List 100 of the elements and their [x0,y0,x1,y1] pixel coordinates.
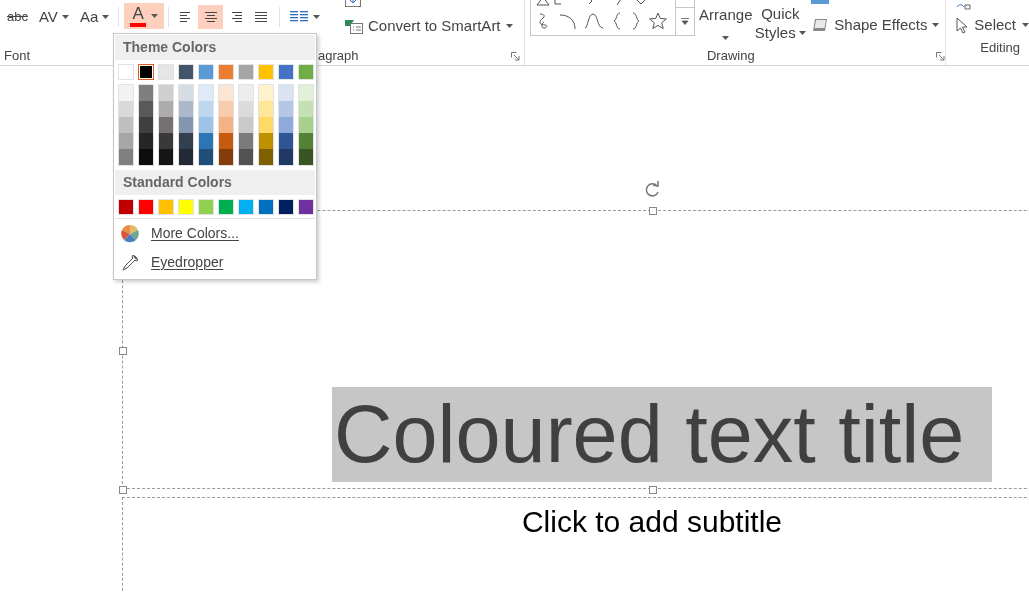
more-colors-item[interactable]: More Colors... [115,219,315,248]
color-swatch[interactable] [139,85,153,101]
color-swatch[interactable] [219,101,233,117]
strikethrough-button[interactable]: abc [3,5,32,29]
color-swatch[interactable] [139,117,153,133]
caret-icon [1022,23,1029,27]
dialog-launcher-icon[interactable] [511,51,520,61]
group-label: Drawing [705,48,756,64]
arrange-button[interactable]: Arrange [698,0,754,48]
menu-heading: Standard Colors [115,170,315,195]
arc-icon [559,12,578,30]
resize-handle[interactable] [649,486,657,494]
color-swatch[interactable] [299,117,313,133]
color-swatch[interactable] [159,117,173,133]
slide-title[interactable]: Coloured text title [332,387,992,482]
color-swatch[interactable] [259,85,273,101]
color-swatch[interactable] [179,117,193,133]
color-swatch[interactable] [199,101,213,117]
resize-handle[interactable] [119,486,127,494]
color-swatch[interactable] [138,64,154,80]
color-swatch[interactable] [299,101,313,117]
group-label: Editing [979,40,1022,56]
shape-outline-icon [811,0,830,4]
caret-icon [932,23,940,27]
quick-styles-button[interactable]: Quick Styles [753,0,808,48]
subtitle-text[interactable]: Click to add subtitle [500,503,804,541]
columns-icon [290,11,309,23]
resize-handle[interactable] [649,207,657,215]
color-swatch[interactable] [119,149,133,165]
color-swatch[interactable] [119,101,133,117]
color-swatch[interactable] [239,117,253,133]
color-swatch[interactable] [279,133,293,149]
cursor-icon [956,16,969,34]
color-swatch[interactable] [159,149,173,165]
color-swatch[interactable] [259,117,273,133]
color-swatch[interactable] [199,133,213,149]
shape-effects-icon [811,17,830,33]
color-swatch[interactable] [179,101,193,117]
color-swatch[interactable] [139,149,153,165]
color-wheel-icon [120,223,140,244]
color-swatch[interactable] [239,149,253,165]
color-swatch[interactable] [299,149,313,165]
align-center-icon [203,11,218,23]
dialog-launcher-icon[interactable] [936,51,946,61]
color-swatch[interactable] [219,85,233,101]
resize-handle[interactable] [119,347,127,355]
color-swatch[interactable] [299,85,313,101]
caret-icon [313,15,321,19]
color-swatch[interactable] [219,133,233,149]
color-swatch[interactable] [199,149,213,165]
color-swatch[interactable] [279,101,293,117]
caret-icon [722,35,730,40]
menu-heading: Theme Colors [115,35,315,60]
caret-icon [61,15,69,19]
convert-smartart-button[interactable]: Convert to SmartArt [345,15,513,37]
color-swatch[interactable] [119,85,133,101]
color-swatch[interactable] [259,133,273,149]
color-swatch[interactable] [139,133,153,149]
color-swatch[interactable] [299,133,313,149]
color-swatch[interactable] [119,133,133,149]
color-swatch[interactable] [219,117,233,133]
star-icon [649,12,668,30]
color-swatch[interactable] [119,117,133,133]
group-label: Font [4,48,31,64]
caret-icon [505,24,513,28]
caret-icon [151,14,159,18]
font-color-button[interactable]: A [124,3,165,29]
align-justify-icon [253,11,268,23]
color-swatch[interactable] [259,101,273,117]
color-swatch[interactable] [279,149,293,165]
align-center-button[interactable] [198,5,224,29]
shape-effects-button[interactable]: Shape Effects [811,14,940,36]
color-swatch[interactable] [159,85,173,101]
color-swatch[interactable] [199,117,213,133]
color-swatch[interactable] [179,85,193,101]
eyedropper-item[interactable]: Eyedropper [115,248,315,277]
eyedropper-icon [120,252,140,273]
color-swatch[interactable] [239,101,253,117]
select-button[interactable]: Select [956,14,1029,36]
character-spacing-button[interactable]: AV [34,5,73,29]
color-swatch[interactable] [179,149,193,165]
smartart-icon [345,18,363,34]
color-swatch[interactable] [279,117,293,133]
more-icon [681,18,690,25]
curve-icon [584,12,605,30]
shapes-gallery[interactable] [530,0,696,36]
color-swatch[interactable] [279,85,293,101]
change-case-button[interactable]: Aa [75,5,114,29]
color-swatch[interactable] [239,133,253,149]
color-swatch[interactable] [239,85,253,101]
color-swatch[interactable] [219,149,233,165]
color-swatch[interactable] [159,133,173,149]
color-swatch[interactable] [179,133,193,149]
color-swatch[interactable] [259,149,273,165]
align-left-icon [178,11,193,23]
caret-icon [102,15,110,19]
color-swatch[interactable] [139,101,153,117]
group-label: agraph [318,48,360,64]
color-swatch[interactable] [199,85,213,101]
color-swatch[interactable] [159,101,173,117]
